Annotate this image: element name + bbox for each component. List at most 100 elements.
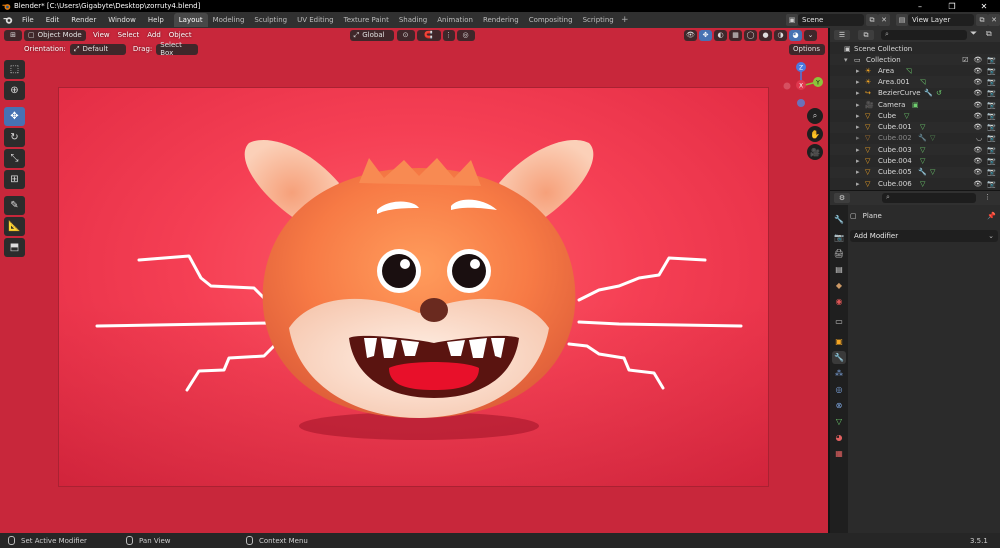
eye-icon[interactable]: 👁	[973, 180, 982, 188]
transform-orientation-selector[interactable]: ⤢ Global	[349, 29, 394, 41]
delete-view-layer-icon[interactable]: ✕	[988, 14, 1000, 26]
outliner-item[interactable]: ▸ ↪ BezierCurve 🔧 ↺ 👁 📷	[830, 88, 1000, 99]
tab-animation[interactable]: Animation	[432, 13, 478, 27]
tab-compositing[interactable]: Compositing	[524, 13, 578, 27]
expand-arrow-icon[interactable]: ▾	[844, 56, 848, 64]
select-box-tool-icon[interactable]: ⬚	[4, 60, 25, 79]
menu-add[interactable]: Add	[147, 31, 161, 39]
camera-restrict-icon[interactable]: 📷	[987, 78, 996, 86]
expand-arrow-icon[interactable]: ▸	[856, 101, 860, 109]
outliner-search-input[interactable]: ⌕	[881, 30, 967, 40]
outliner-editor-type-icon[interactable]: ☰	[834, 30, 850, 40]
collection-tab-icon[interactable]: ▭	[832, 315, 846, 328]
measure-tool-icon[interactable]: 📐	[4, 217, 25, 236]
render-tab-icon[interactable]: 📷	[832, 231, 846, 244]
mode-selector[interactable]: ▢ Object Mode	[24, 29, 86, 41]
view-layer-icon[interactable]: ▤	[896, 14, 908, 26]
view-layer-tab-icon[interactable]: ▤	[832, 263, 846, 276]
cursor-tool-icon[interactable]: ⊕	[4, 81, 25, 100]
eye-icon[interactable]: 👁	[973, 89, 982, 97]
outliner-item[interactable]: ▸ ☀ Area.001 ◹ 👁 📷	[830, 76, 1000, 88]
scene-selector[interactable]: Scene	[798, 14, 864, 26]
snap-target-icon[interactable]: ⋮	[442, 29, 455, 41]
output-tab-icon[interactable]: 🖨	[832, 247, 846, 260]
close-button[interactable]: ✕	[968, 0, 1000, 12]
eye-icon[interactable]: 👁	[973, 157, 982, 165]
checkbox-icon[interactable]: ☑	[962, 56, 968, 64]
camera-restrict-icon[interactable]: 📷	[987, 67, 996, 75]
outliner-item[interactable]: ▸ ▽ Cube.002 🔧 ▽ ◡ 📷	[830, 133, 1000, 144]
add-cube-tool-icon[interactable]: ⬒	[4, 238, 25, 257]
camera-restrict-icon[interactable]: 📷	[987, 134, 996, 142]
object-name-field[interactable]: ▢ Plane 📌	[850, 209, 998, 223]
camera-restrict-icon[interactable]: 📷	[987, 56, 996, 64]
menu-help[interactable]: Help	[142, 12, 170, 28]
display-mode-icon[interactable]: ⧉	[858, 30, 874, 40]
scale-tool-icon[interactable]: ⤡	[4, 149, 25, 168]
eye-icon[interactable]: 👁	[973, 56, 982, 64]
rendered-shading-icon[interactable]: ◕	[789, 29, 802, 41]
camera-restrict-icon[interactable]: 📷	[987, 146, 996, 154]
camera-restrict-icon[interactable]: 📷	[987, 123, 996, 131]
xray-icon[interactable]: ▦	[729, 29, 742, 41]
modifier-tab-icon[interactable]: 🔧	[832, 351, 846, 364]
outliner-item[interactable]: ▸ ▽ Cube.006 ▽ 👁 📷	[830, 178, 1000, 189]
tab-rendering[interactable]: Rendering	[478, 13, 524, 27]
expand-arrow-icon[interactable]: ▸	[856, 67, 860, 75]
eye-icon[interactable]: 👁	[973, 67, 982, 75]
visibility-icon[interactable]: 👁	[684, 29, 697, 41]
camera-restrict-icon[interactable]: 📷	[987, 89, 996, 97]
camera-restrict-icon[interactable]: 📷	[987, 112, 996, 120]
physics-tab-icon[interactable]: ◎	[832, 383, 846, 396]
eye-icon[interactable]: 👁	[973, 123, 982, 131]
material-shading-icon[interactable]: ◑	[774, 29, 787, 41]
view-layer-selector[interactable]: View Layer	[908, 14, 974, 26]
new-view-layer-icon[interactable]: ⧉	[976, 14, 988, 26]
menu-window[interactable]: Window	[102, 12, 142, 28]
outliner-item[interactable]: ▸ ▽ Cube ▽ 👁 📷	[830, 110, 1000, 121]
annotate-tool-icon[interactable]: ✎	[4, 196, 25, 215]
outliner-item[interactable]: ▸ ☀ Area ◹ 👁 📷	[830, 65, 1000, 76]
texture-tab-icon[interactable]: ▦	[832, 447, 846, 460]
minimize-button[interactable]: –	[904, 0, 936, 12]
add-workspace-button[interactable]: +	[619, 15, 631, 25]
orientation-selector[interactable]: ⤢ Default	[69, 43, 126, 55]
pin-icon[interactable]: ⋮	[984, 193, 991, 201]
expand-arrow-icon[interactable]: ▸	[856, 89, 860, 97]
add-modifier-button[interactable]: Add Modifier ⌄	[850, 230, 998, 242]
shading-options-icon[interactable]: ⌄	[804, 29, 817, 41]
expand-arrow-icon[interactable]: ▸	[856, 146, 860, 154]
menu-edit[interactable]: Edit	[40, 12, 66, 28]
menu-render[interactable]: Render	[65, 12, 102, 28]
editor-type-icon[interactable]: ⊞	[4, 29, 22, 41]
material-tab-icon[interactable]: ◕	[832, 431, 846, 444]
camera-view-icon[interactable]: 🎥	[807, 144, 823, 160]
tab-layout[interactable]: Layout	[173, 13, 208, 27]
menu-select[interactable]: Select	[118, 31, 140, 39]
tab-scripting[interactable]: Scripting	[578, 13, 619, 27]
expand-arrow-icon[interactable]: ▸	[856, 180, 860, 188]
camera-restrict-icon[interactable]: 📷	[987, 180, 996, 188]
menu-file[interactable]: File	[16, 12, 40, 28]
particles-tab-icon[interactable]: ⁂	[832, 367, 846, 380]
expand-arrow-icon[interactable]: ▸	[856, 157, 860, 165]
eye-icon[interactable]: 👁	[973, 78, 982, 86]
pan-view-icon[interactable]: ✋	[807, 126, 823, 142]
outliner-item[interactable]: ▸ ▽ Cube.001 ▽ 👁 📷	[830, 121, 1000, 133]
tab-shading[interactable]: Shading	[394, 13, 432, 27]
tool-tab-icon[interactable]: 🔧	[832, 213, 846, 226]
rotate-tool-icon[interactable]: ↻	[4, 128, 25, 147]
outliner-scene-collection[interactable]: ▣ Scene Collection	[830, 43, 1000, 54]
new-collection-icon[interactable]: ⧉	[986, 29, 992, 39]
outliner-item[interactable]: ▸ ▽ Cube.003 ▽ 👁 📷	[830, 144, 1000, 156]
new-scene-icon[interactable]: ⧉	[866, 14, 878, 26]
filter-icon[interactable]: ⏷	[970, 29, 977, 39]
expand-arrow-icon[interactable]: ▸	[856, 168, 860, 176]
expand-arrow-icon[interactable]: ▸	[856, 134, 860, 142]
outliner-item[interactable]: ▸ ▽ Cube.005 🔧 ▽ 👁 📷	[830, 166, 1000, 178]
wireframe-shading-icon[interactable]: ◯	[744, 29, 757, 41]
drag-selector[interactable]: Select Box	[156, 41, 199, 57]
pivot-point-icon[interactable]: ⊙	[396, 29, 415, 41]
proportional-editing-icon[interactable]: ◎	[456, 29, 475, 41]
solid-shading-icon[interactable]: ●	[759, 29, 772, 41]
